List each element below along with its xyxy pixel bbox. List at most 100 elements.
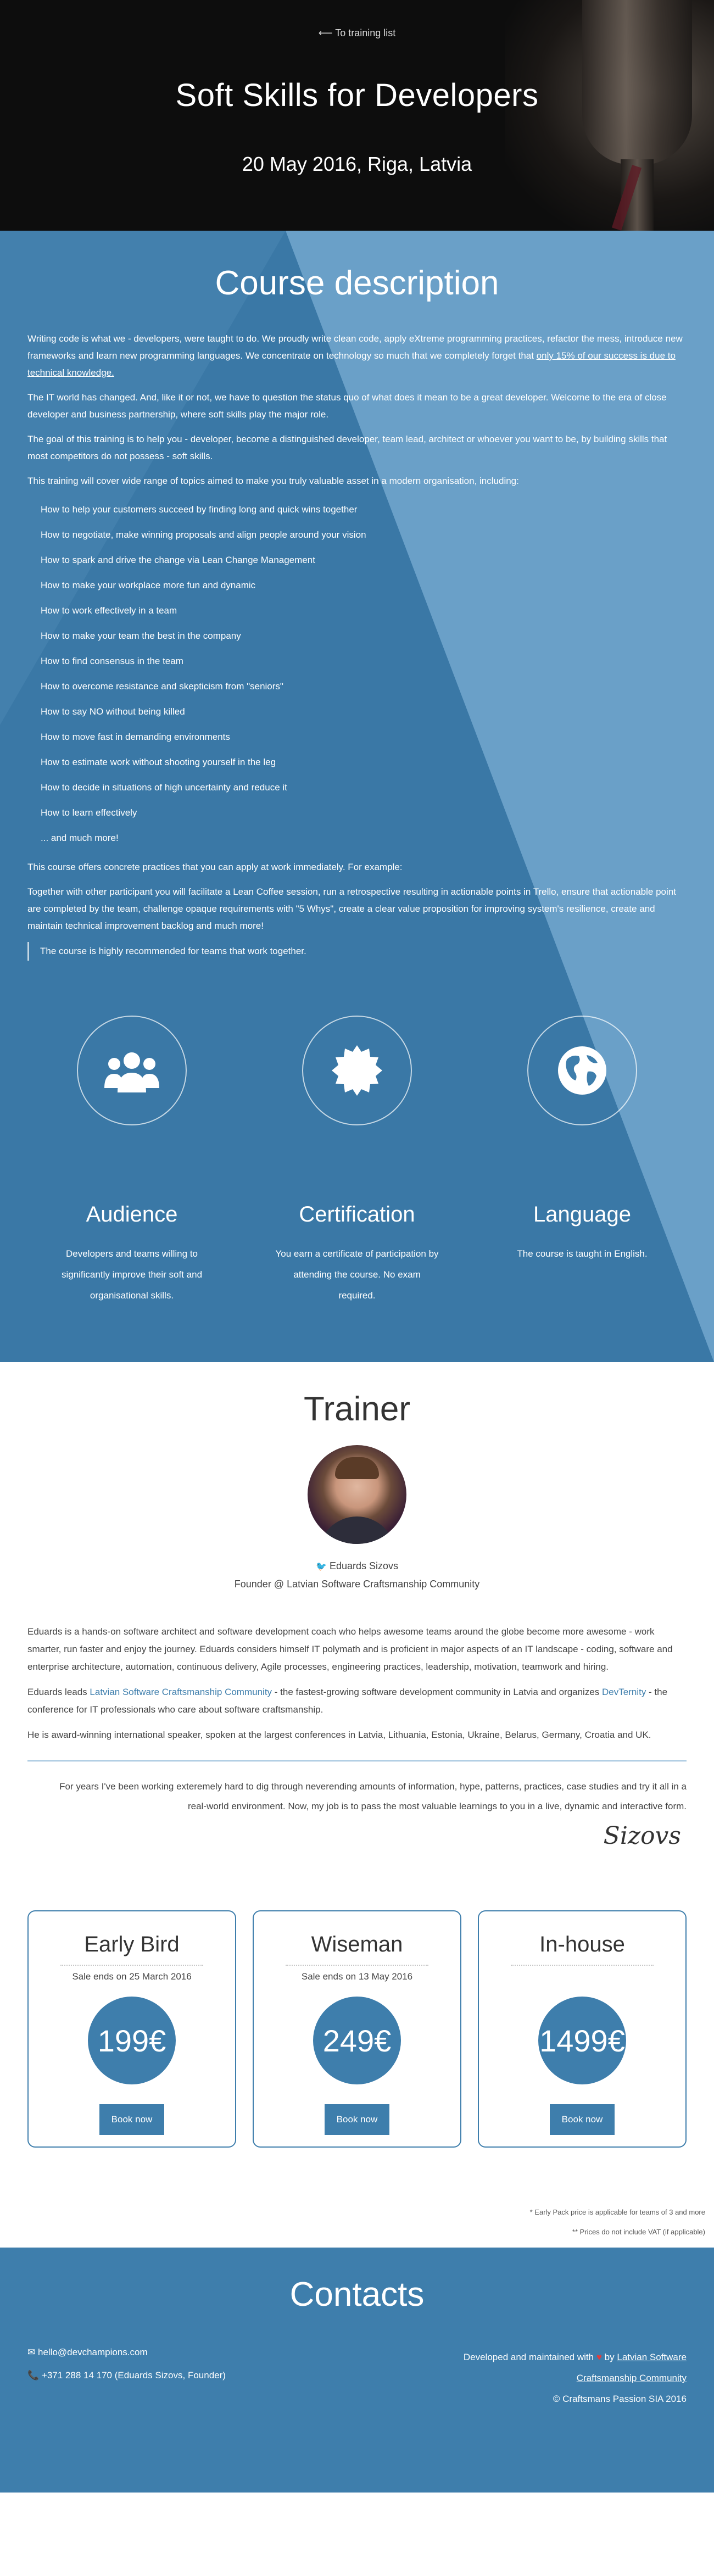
sale-end-date: Sale ends on 25 March 2016 bbox=[72, 1971, 192, 1982]
trainer-role: Founder @ Latvian Software Craftsmanship… bbox=[234, 1579, 480, 1590]
course-paragraph: This course offers concrete practices th… bbox=[27, 862, 403, 872]
feature-icon-circle bbox=[77, 1016, 187, 1125]
price-title: Wiseman bbox=[311, 1932, 403, 1956]
users-icon bbox=[104, 1052, 159, 1092]
topic-item: How to overcome resistance and skepticis… bbox=[41, 681, 283, 692]
trainer-section: Trainer 🐦 Eduards Sizovs Founder @ Latvi… bbox=[0, 1362, 714, 1850]
copyright: © Craftsmans Passion SIA 2016 bbox=[553, 2394, 687, 2404]
topic-item: How to find consensus in the team bbox=[41, 656, 183, 666]
topics-list: How to help your customers succeed by fi… bbox=[41, 497, 687, 851]
course-recommendation-quote: The course is highly recommended for tea… bbox=[27, 942, 687, 961]
trainer-signature: Sizovs bbox=[603, 1822, 681, 1850]
price-title: In-house bbox=[539, 1932, 625, 1956]
dotted-divider bbox=[511, 1965, 654, 1966]
topic-item: How to make your workplace more fun and … bbox=[41, 580, 256, 590]
topic-item: How to move fast in demanding environmen… bbox=[41, 732, 230, 742]
price-card-early-bird: Early Bird Sale ends on 25 March 2016 19… bbox=[27, 1910, 236, 2148]
topic-item: How to decide in situations of high unce… bbox=[41, 782, 287, 793]
developed-text: Developed and maintained with bbox=[463, 2352, 594, 2362]
lscc-link[interactable]: Latvian Software Craftsmanship Community bbox=[90, 1687, 272, 1697]
trainer-quote: For years I've been working exteremely h… bbox=[59, 1781, 687, 1811]
trainer-avatar bbox=[308, 1445, 406, 1544]
back-link-label: To training list bbox=[335, 27, 396, 38]
contacts-section: Contacts ✉ hello@devchampions.com 📞 +371… bbox=[0, 2248, 714, 2493]
topic-item: ... and much more! bbox=[41, 833, 119, 843]
price-card-in-house: In-house 1499€ Book now bbox=[478, 1910, 687, 2148]
topic-item: How to spark and drive the change via Le… bbox=[41, 555, 315, 565]
arrow-left-icon: ⟵ bbox=[318, 27, 333, 38]
price-card-wiseman: Wiseman Sale ends on 13 May 2016 249€ Bo… bbox=[253, 1910, 461, 2148]
price-value: 1499€ bbox=[538, 1997, 626, 2084]
back-to-training-list-link[interactable]: ⟵ To training list bbox=[0, 27, 714, 39]
topic-item: How to make your team the best in the co… bbox=[41, 631, 241, 641]
feature-icon-circle bbox=[302, 1016, 412, 1125]
phone-contact[interactable]: 📞 +371 288 14 170 (Eduards Sizovs, Found… bbox=[27, 2370, 226, 2381]
course-description-section: Course description Writing code is what … bbox=[0, 231, 714, 1362]
developed-by-line: Developed and maintained with ♥ by Latvi… bbox=[401, 2347, 687, 2389]
topic-item: How to estimate work without shooting yo… bbox=[41, 757, 276, 767]
envelope-icon: ✉ bbox=[27, 2347, 36, 2357]
topic-item: How to help your customers succeed by fi… bbox=[41, 504, 358, 515]
dotted-divider bbox=[286, 1965, 428, 1966]
course-paragraph: Writing code is what we - developers, we… bbox=[27, 330, 687, 381]
sale-end-date bbox=[479, 1971, 685, 1982]
feature-title: Language bbox=[533, 1202, 631, 1226]
book-now-button[interactable]: Book now bbox=[324, 2104, 390, 2135]
price-title: Early Bird bbox=[84, 1932, 180, 1956]
book-now-button[interactable]: Book now bbox=[549, 2104, 615, 2135]
pricing-note: ** Prices do not include VAT (if applica… bbox=[572, 2228, 705, 2236]
feature-text: Developers and teams willing to signific… bbox=[61, 1248, 203, 1301]
topic-item: How to work effectively in a team bbox=[41, 605, 177, 616]
page-title: Soft Skills for Developers bbox=[175, 77, 539, 113]
bio-paragraph: He is award-winning international speake… bbox=[27, 1730, 651, 1740]
divider bbox=[27, 1760, 687, 1761]
twitter-icon: 🐦 bbox=[316, 1562, 327, 1571]
credits: Developed and maintained with ♥ by Latvi… bbox=[401, 2347, 687, 2410]
heart-icon: ♥ bbox=[596, 2352, 602, 2362]
bio-paragraph: Eduards is a hands-on software architect… bbox=[27, 1626, 673, 1672]
certificate-icon bbox=[332, 1045, 382, 1096]
feature-text: You earn a certificate of participation … bbox=[275, 1248, 439, 1301]
globe-icon bbox=[558, 1046, 606, 1095]
phone-number: +371 288 14 170 (Eduards Sizovs, Founder… bbox=[41, 2370, 226, 2380]
feature-certification: Certification You earn a certificate of … bbox=[275, 1016, 439, 1314]
course-paragraph: This training will cover wide range of t… bbox=[27, 476, 519, 486]
pricing-note: * Early Pack price is applicable for tea… bbox=[529, 2208, 705, 2216]
course-heading: Course description bbox=[215, 264, 499, 302]
feature-title: Certification bbox=[299, 1202, 415, 1226]
book-now-button[interactable]: Book now bbox=[99, 2104, 165, 2135]
developed-by-text: by bbox=[604, 2352, 615, 2362]
course-paragraph: Together with other participant you will… bbox=[27, 886, 676, 931]
pricing-section: Early Bird Sale ends on 25 March 2016 19… bbox=[0, 1850, 714, 2148]
features-row: Audience Developers and teams willing to… bbox=[27, 1016, 687, 1314]
feature-text: The course is taught in English. bbox=[517, 1248, 648, 1259]
topic-item: How to negotiate, make winning proposals… bbox=[41, 529, 366, 540]
contact-details: ✉ hello@devchampions.com 📞 +371 288 14 1… bbox=[27, 2347, 226, 2410]
bio-paragraph: Eduards leads Latvian Software Craftsman… bbox=[27, 1683, 687, 1719]
pricing-notes: * Early Pack price is applicable for tea… bbox=[0, 2148, 714, 2242]
devternity-link[interactable]: DevTernity bbox=[602, 1687, 646, 1697]
trainer-heading: Trainer bbox=[303, 1390, 411, 1428]
avatar-hair bbox=[335, 1457, 379, 1479]
event-date-location: 20 May 2016, Riga, Latvia bbox=[242, 153, 472, 175]
feature-language: Language The course is taught in English… bbox=[500, 1016, 665, 1314]
trainer-bio: Eduards is a hands-on software architect… bbox=[27, 1623, 687, 1744]
dotted-divider bbox=[60, 1965, 203, 1966]
price-value: 249€ bbox=[313, 1997, 401, 2084]
contacts-row: ✉ hello@devchampions.com 📞 +371 288 14 1… bbox=[27, 2347, 687, 2410]
hero-banner: ⟵ To training list Soft Skills for Devel… bbox=[0, 0, 714, 231]
sale-end-date: Sale ends on 13 May 2016 bbox=[301, 1971, 413, 1982]
topic-item: How to learn effectively bbox=[41, 807, 137, 818]
contacts-heading: Contacts bbox=[289, 2276, 425, 2313]
trainer-name-link[interactable]: 🐦 Eduards Sizovs bbox=[27, 1560, 687, 1572]
price-value: 199€ bbox=[88, 1997, 176, 2084]
email-contact[interactable]: ✉ hello@devchampions.com bbox=[27, 2347, 226, 2358]
bio-text: - the fastest-growing software developme… bbox=[272, 1687, 603, 1697]
email-address: hello@devchampions.com bbox=[37, 2347, 148, 2357]
feature-icon-circle bbox=[527, 1016, 637, 1125]
feature-audience: Audience Developers and teams willing to… bbox=[49, 1016, 214, 1314]
avatar-body bbox=[319, 1516, 395, 1544]
course-paragraph: The IT world has changed. And, like it o… bbox=[27, 392, 667, 420]
trainer-name: Eduards Sizovs bbox=[329, 1560, 398, 1571]
feature-title: Audience bbox=[86, 1202, 178, 1226]
